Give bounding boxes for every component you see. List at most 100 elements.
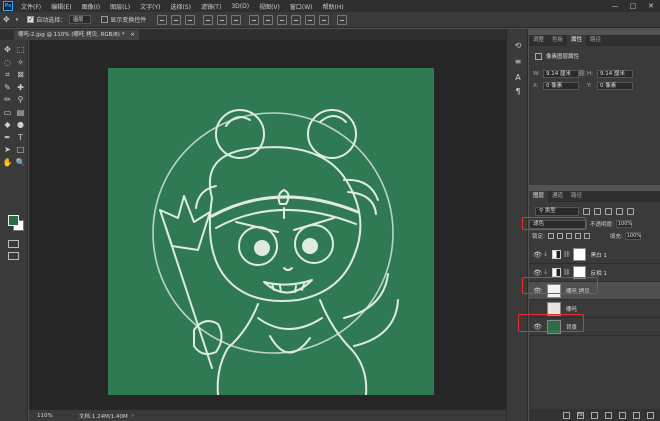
trash-icon[interactable] bbox=[647, 411, 654, 419]
layer-row-nezha[interactable]: 哪吒 bbox=[529, 300, 660, 318]
add-mask-icon[interactable] bbox=[591, 411, 598, 419]
layer-row-nezha-copy[interactable]: 👁 哪吒 拷贝 bbox=[529, 282, 660, 300]
distribute-bottom-icon[interactable] bbox=[277, 14, 288, 25]
distribute-vcenter-icon[interactable] bbox=[263, 14, 274, 25]
filter-smart-icon[interactable] bbox=[627, 208, 634, 215]
brush-icon[interactable]: ✏ bbox=[2, 94, 13, 105]
filter-pixel-icon[interactable] bbox=[583, 208, 590, 215]
properties-icon[interactable]: ≡ bbox=[513, 57, 523, 67]
link-icon[interactable]: ⛓ bbox=[578, 70, 586, 77]
layer-row-bw[interactable]: 👁 ↓ ⛓ 黑白 1 bbox=[529, 246, 660, 264]
menu-layer[interactable]: 图层(L) bbox=[105, 2, 135, 11]
minimize-button[interactable]: — bbox=[606, 0, 624, 12]
filter-adjustment-icon[interactable] bbox=[594, 208, 601, 215]
menu-window[interactable]: 窗口(W) bbox=[285, 2, 318, 11]
menu-select[interactable]: 选择(S) bbox=[165, 2, 196, 11]
blur-icon[interactable]: ◆ bbox=[2, 119, 13, 130]
mask-link-icon[interactable]: ⛓ bbox=[563, 269, 571, 276]
hand-icon[interactable]: ✋ bbox=[2, 157, 13, 168]
visibility-eye-icon[interactable]: 👁 bbox=[533, 287, 542, 295]
menu-view[interactable]: 视图(V) bbox=[254, 2, 285, 11]
opacity-input[interactable]: 100% bbox=[615, 220, 632, 228]
menu-edit[interactable]: 编辑(E) bbox=[46, 2, 76, 11]
distribute-hcenter-icon[interactable] bbox=[305, 14, 316, 25]
tab-layers[interactable]: 图层 bbox=[529, 191, 549, 202]
tab-layer-paths[interactable]: 路径 bbox=[567, 191, 586, 202]
new-layer-icon[interactable] bbox=[633, 411, 640, 419]
height-input[interactable]: 9.14 厘米 bbox=[597, 70, 633, 78]
frame-icon[interactable]: ⊠ bbox=[15, 69, 26, 80]
menu-type[interactable]: 文字(Y) bbox=[135, 2, 165, 11]
tab-swatches[interactable]: 色板 bbox=[548, 35, 567, 46]
stamp-icon[interactable]: ⚲ bbox=[15, 94, 26, 105]
chevron-down-icon[interactable]: ▾ bbox=[16, 17, 19, 23]
document-tab[interactable]: 哪吒-2.jpg @ 110% (哪吒 拷贝, RGB/8) * × bbox=[14, 30, 139, 40]
layer-row-background[interactable]: 👁 背景 bbox=[529, 318, 660, 336]
visibility-eye-icon[interactable]: 👁 bbox=[533, 251, 542, 259]
menu-file[interactable]: 文件(F) bbox=[16, 2, 46, 11]
new-group-icon[interactable] bbox=[619, 411, 626, 419]
maximize-button[interactable]: □ bbox=[624, 0, 642, 12]
menu-help[interactable]: 帮助(H) bbox=[318, 2, 349, 11]
visibility-eye-icon[interactable]: 👁 bbox=[533, 323, 542, 331]
quick-select-icon[interactable]: ✧ bbox=[15, 57, 26, 68]
auto-select-dropdown[interactable]: 图层 bbox=[69, 15, 92, 24]
distribute-right-icon[interactable] bbox=[319, 14, 330, 25]
pen-icon[interactable]: ✒ bbox=[2, 132, 13, 143]
visibility-eye-icon[interactable]: 👁 bbox=[533, 269, 542, 277]
filter-shape-icon[interactable] bbox=[616, 208, 623, 215]
align-right-icon[interactable] bbox=[231, 14, 242, 25]
move-icon[interactable]: ✥ bbox=[2, 44, 13, 55]
canvas-area[interactable] bbox=[29, 40, 506, 409]
layer-mask-thumbnail[interactable] bbox=[572, 266, 586, 279]
fx-icon[interactable]: fx bbox=[577, 411, 584, 419]
width-input[interactable]: 9.14 厘米 bbox=[543, 70, 579, 78]
tab-adjustments[interactable]: 调整 bbox=[529, 35, 548, 46]
zoom-level[interactable]: 110% bbox=[37, 413, 65, 419]
healing-icon[interactable]: ✚ bbox=[15, 82, 26, 93]
align-hcenter-icon[interactable] bbox=[217, 14, 228, 25]
lock-position-icon[interactable] bbox=[565, 233, 572, 239]
close-button[interactable]: ✕ bbox=[642, 0, 660, 12]
screen-mode-icon[interactable] bbox=[8, 252, 19, 260]
fill-input[interactable]: 100% bbox=[624, 232, 641, 240]
distribute-left-icon[interactable] bbox=[291, 14, 302, 25]
align-left-icon[interactable] bbox=[203, 14, 214, 25]
zoom-icon[interactable]: 🔍 bbox=[15, 157, 26, 168]
menu-3d[interactable]: 3D(D) bbox=[226, 3, 254, 10]
foreground-color-swatch[interactable] bbox=[8, 215, 19, 226]
crop-icon[interactable]: ⌗ bbox=[2, 69, 13, 80]
align-bottom-icon[interactable] bbox=[185, 14, 196, 25]
rectangle-icon[interactable]: □ bbox=[15, 144, 26, 155]
align-vcenter-icon[interactable] bbox=[171, 14, 182, 25]
status-arrow-icon[interactable]: › bbox=[132, 413, 134, 419]
character-icon[interactable]: A bbox=[513, 73, 523, 83]
lock-artboard-icon[interactable] bbox=[574, 233, 581, 239]
history-icon[interactable]: ⟲ bbox=[513, 41, 523, 51]
close-tab-icon[interactable]: × bbox=[130, 32, 135, 38]
quick-mask-icon[interactable] bbox=[8, 240, 19, 248]
type-icon[interactable]: T bbox=[15, 132, 26, 143]
menu-filter[interactable]: 滤镜(T) bbox=[196, 2, 226, 11]
transform-controls-checkbox[interactable] bbox=[101, 16, 109, 23]
lock-all-icon[interactable] bbox=[583, 233, 590, 239]
y-input[interactable]: 0 像素 bbox=[597, 82, 633, 90]
blend-mode-dropdown[interactable]: 滤色 bbox=[529, 219, 587, 229]
lasso-icon[interactable]: ◌ bbox=[2, 57, 13, 68]
auto-align-icon[interactable] bbox=[337, 14, 348, 25]
lock-transparent-icon[interactable] bbox=[547, 233, 554, 239]
menu-image[interactable]: 图像(I) bbox=[77, 2, 105, 11]
dodge-icon[interactable]: ● bbox=[15, 119, 26, 130]
gradient-icon[interactable]: ▤ bbox=[15, 107, 26, 118]
layer-mask-thumbnail[interactable] bbox=[572, 248, 586, 261]
document-canvas[interactable] bbox=[108, 68, 434, 395]
tab-paths[interactable]: 路径 bbox=[586, 35, 605, 46]
paragraph-icon[interactable]: ¶ bbox=[513, 87, 523, 97]
align-top-icon[interactable] bbox=[157, 14, 168, 25]
tab-channels[interactable]: 通道 bbox=[548, 191, 567, 202]
layer-row-invert[interactable]: 👁 ↓ ⛓ 反相 1 bbox=[529, 264, 660, 282]
path-select-icon[interactable]: ➤ bbox=[2, 144, 13, 155]
filter-type-icon[interactable] bbox=[605, 208, 612, 215]
link-layers-icon[interactable] bbox=[563, 411, 570, 419]
x-input[interactable]: 0 像素 bbox=[543, 82, 579, 90]
